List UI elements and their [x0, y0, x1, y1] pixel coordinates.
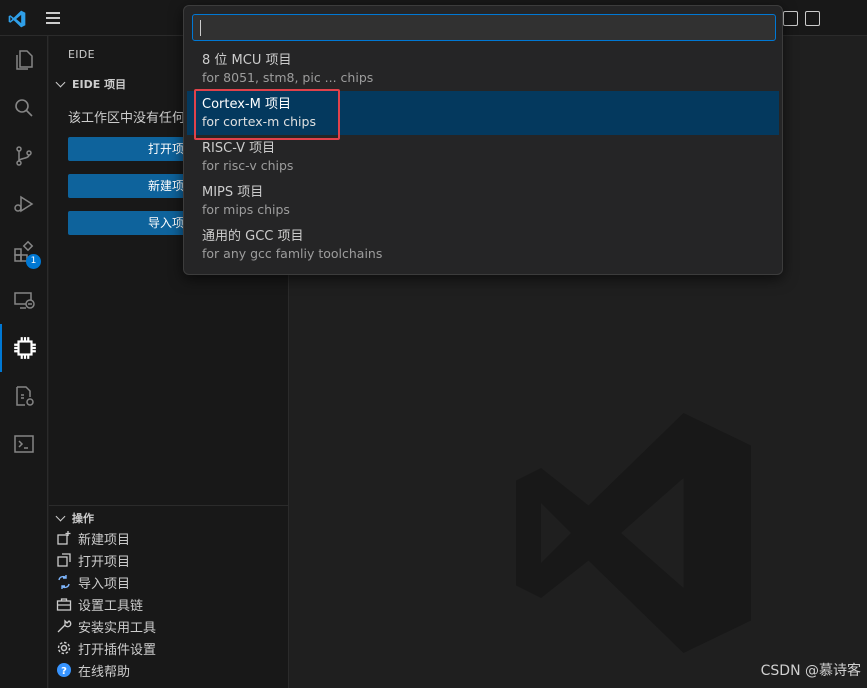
chevron-down-icon — [55, 511, 66, 522]
quick-pick-item-description: for mips chips — [202, 202, 290, 217]
quick-pick-item[interactable]: RISC-V 项目 for risc-v chips — [187, 135, 779, 179]
operations-section-label: 操作 — [72, 512, 94, 525]
op-new-project[interactable]: 新建项目 — [55, 527, 130, 549]
highlight-annotation-box — [194, 89, 340, 140]
import-project-icon — [55, 574, 72, 591]
explorer-icon[interactable] — [0, 36, 48, 84]
source-control-icon[interactable] — [0, 132, 48, 180]
quick-pick-item-label: 8 位 MCU 项目 — [202, 53, 292, 68]
vscode-watermark-logo — [516, 413, 751, 653]
search-icon[interactable] — [0, 84, 48, 132]
eide-projects-section-label: EIDE 项目 — [72, 78, 127, 91]
toggle-secondary-sidebar-icon[interactable] — [805, 11, 820, 26]
toolbox-icon — [55, 596, 72, 613]
quick-pick-dialog: 8 位 MCU 项目 for 8051, stm8, pic ... chips… — [183, 5, 783, 275]
extensions-icon[interactable]: 1 — [0, 228, 48, 276]
quick-pick-item[interactable]: MIPS 项目 for mips chips — [187, 179, 779, 223]
quick-pick-item[interactable]: 通用的 GCC 项目 for any gcc famliy toolchains — [187, 223, 779, 267]
quick-pick-item[interactable]: 8 位 MCU 项目 for 8051, stm8, pic ... chips — [187, 47, 779, 91]
op-label: 安装实用工具 — [78, 620, 157, 636]
quick-pick-item-description: for 8051, stm8, pic ... chips — [202, 70, 374, 85]
run-debug-icon[interactable] — [0, 180, 48, 228]
operations-section-header[interactable]: 操作 — [53, 510, 94, 526]
help-icon: ? — [55, 662, 72, 679]
toggle-panel-icon[interactable] — [783, 11, 798, 26]
quick-pick-item-label: MIPS 项目 — [202, 185, 264, 200]
csdn-watermark: CSDN @慕诗客 — [760, 663, 861, 679]
op-label: 打开插件设置 — [78, 642, 157, 658]
layout-controls — [783, 11, 823, 27]
install-tools-icon — [55, 618, 72, 635]
quick-pick-item-description: for risc-v chips — [202, 158, 294, 173]
op-import-project[interactable]: 导入项目 — [55, 571, 130, 593]
op-label: 打开项目 — [78, 554, 131, 570]
op-label: 导入项目 — [78, 576, 131, 592]
gear-icon — [55, 640, 72, 657]
open-project-icon — [55, 552, 72, 569]
op-setup-toolchain[interactable]: 设置工具链 — [55, 593, 143, 615]
text-caret — [200, 20, 201, 36]
section-divider — [49, 505, 289, 506]
empty-workspace-message: 该工作区中没有任何 — [68, 111, 186, 126]
op-label: 设置工具链 — [78, 598, 144, 614]
eide-chip-icon[interactable] — [0, 324, 48, 372]
extensions-badge: 1 — [26, 254, 41, 269]
remote-explorer-icon[interactable] — [0, 276, 48, 324]
op-open-project[interactable]: 打开项目 — [55, 549, 130, 571]
new-project-icon — [55, 530, 72, 547]
eide-projects-section-header[interactable]: EIDE 项目 — [53, 76, 126, 92]
quick-pick-input[interactable] — [192, 14, 776, 41]
op-plugin-settings[interactable]: 打开插件设置 — [55, 637, 156, 659]
cpp-settings-icon[interactable] — [0, 372, 48, 420]
sidebar-title: EIDE — [68, 48, 95, 61]
chevron-down-icon — [55, 77, 66, 88]
activity-bar: 1 — [0, 36, 48, 688]
quick-pick-item-label: 通用的 GCC 项目 — [202, 229, 304, 244]
op-label: 新建项目 — [78, 532, 131, 548]
op-label: 在线帮助 — [78, 664, 131, 680]
hamburger-menu-icon[interactable] — [46, 12, 60, 24]
quick-pick-item-description: for any gcc famliy toolchains — [202, 246, 383, 261]
svg-text:?: ? — [61, 666, 67, 677]
vscode-logo-icon — [8, 10, 26, 28]
terminal-icon[interactable] — [0, 420, 48, 468]
op-online-help[interactable]: ? 在线帮助 — [55, 659, 130, 681]
op-install-tools[interactable]: 安装实用工具 — [55, 615, 156, 637]
